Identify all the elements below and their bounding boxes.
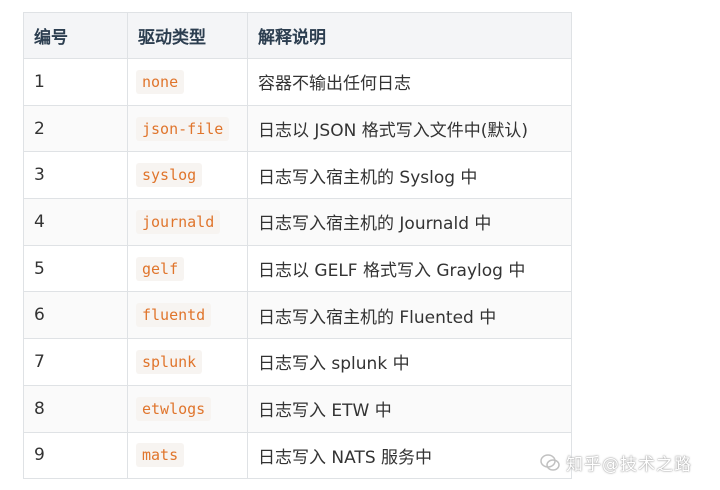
row-driver-cell: syslog: [127, 151, 248, 200]
driver-name-code: syslog: [136, 163, 203, 188]
row-description: 日志写入宿主机的 Syslog 中: [247, 151, 572, 200]
table-header-row: 编号 驱动类型 解释说明: [23, 12, 572, 59]
header-description: 解释说明: [247, 12, 572, 59]
driver-name-code: journald: [136, 209, 221, 234]
table-row: 2 json-file 日志以 JSON 格式写入文件中(默认): [23, 104, 572, 153]
row-number: 3: [23, 151, 128, 200]
row-number: 1: [23, 58, 128, 106]
driver-name-code: none: [136, 69, 185, 94]
row-number: 2: [23, 104, 128, 153]
header-number: 编号: [23, 12, 128, 59]
row-number: 5: [23, 244, 128, 293]
driver-name-code: gelf: [136, 256, 185, 281]
table-row: 4 journald 日志写入宿主机的 Journald 中: [23, 198, 572, 246]
row-description: 日志写入宿主机的 Journald 中: [247, 198, 572, 246]
row-description: 日志写入宿主机的 Fluented 中: [247, 291, 572, 340]
driver-name-code: mats: [136, 443, 185, 468]
row-description: 容器不输出任何日志: [247, 58, 572, 106]
row-number: 7: [23, 338, 128, 386]
row-description: 日志以 JSON 格式写入文件中(默认): [247, 104, 572, 153]
driver-table-container: 编号 驱动类型 解释说明 1 none 容器不输出任何日志 2 json-file 日志以…: [23, 12, 572, 480]
row-driver-cell: journald: [127, 198, 248, 246]
row-description: 日志写入 NATS 服务中: [247, 431, 572, 480]
table-row: 7 splunk 日志写入 splunk 中: [23, 338, 572, 386]
row-number: 9: [23, 431, 128, 480]
wechat-icon: [540, 453, 560, 471]
row-description: 日志写入 splunk 中: [247, 338, 572, 386]
row-driver-cell: fluentd: [127, 291, 248, 340]
row-number: 4: [23, 198, 128, 246]
row-driver-cell: mats: [127, 431, 248, 480]
header-driver-type: 驱动类型: [127, 12, 248, 59]
driver-name-code: etwlogs: [136, 396, 212, 421]
row-description: 日志以 GELF 格式写入 Graylog 中: [247, 244, 572, 293]
row-description: 日志写入 ETW 中: [247, 384, 572, 433]
row-driver-cell: etwlogs: [127, 384, 248, 433]
table-row: 6 fluentd 日志写入宿主机的 Fluented 中: [23, 291, 572, 340]
table-row: 1 none 容器不输出任何日志: [23, 58, 572, 106]
row-driver-cell: gelf: [127, 244, 248, 293]
row-number: 6: [23, 291, 128, 340]
driver-name-code: splunk: [136, 349, 203, 374]
watermark: 知乎@技术之路: [540, 450, 692, 475]
row-driver-cell: none: [127, 58, 248, 106]
table-row: 9 mats 日志写入 NATS 服务中: [23, 431, 572, 480]
table-row: 5 gelf 日志以 GELF 格式写入 Graylog 中: [23, 244, 572, 293]
driver-name-code: fluentd: [136, 303, 212, 328]
watermark-text: 知乎@技术之路: [566, 455, 692, 475]
row-driver-cell: json-file: [127, 104, 248, 153]
driver-name-code: json-file: [136, 116, 230, 141]
row-driver-cell: splunk: [127, 338, 248, 386]
row-number: 8: [23, 384, 128, 433]
log-driver-table: 编号 驱动类型 解释说明 1 none 容器不输出任何日志 2 json-file 日志以…: [23, 12, 572, 480]
table-row: 3 syslog 日志写入宿主机的 Syslog 中: [23, 151, 572, 200]
table-row: 8 etwlogs 日志写入 ETW 中: [23, 384, 572, 433]
